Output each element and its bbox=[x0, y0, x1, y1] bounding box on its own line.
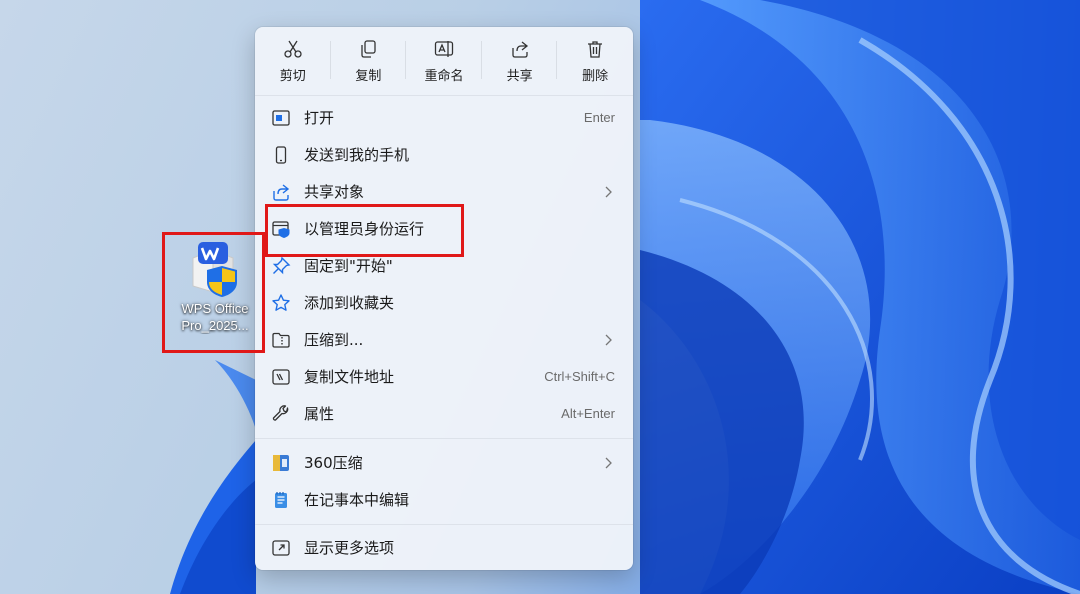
copy-path-icon bbox=[272, 369, 290, 385]
menu-item-label: 复制文件地址 bbox=[304, 368, 395, 386]
share-button[interactable]: 共享 bbox=[482, 27, 558, 95]
star-icon bbox=[272, 294, 290, 311]
scissors-icon bbox=[284, 40, 302, 58]
menu-item-pin-to-start[interactable]: 固定到"开始" bbox=[261, 248, 627, 284]
menu-item-send-to-phone[interactable]: 发送到我的手机 bbox=[261, 137, 627, 173]
menu-item-label: 共享对象 bbox=[304, 183, 365, 201]
menu-item-label: 属性 bbox=[304, 405, 335, 423]
menu-item-show-more-options[interactable]: 显示更多选项 bbox=[261, 530, 627, 566]
chevron-right-icon bbox=[605, 186, 612, 198]
context-menu: 剪切 复制 重命名 共享 删除 打开 Enter 发送到我的手机 共享对象 以管… bbox=[255, 27, 633, 570]
open-window-icon bbox=[272, 110, 290, 126]
shortcut-text: Ctrl+Shift+C bbox=[544, 369, 615, 384]
cut-button[interactable]: 剪切 bbox=[255, 27, 331, 95]
menu-item-compress-to[interactable]: 压缩到... bbox=[261, 322, 627, 358]
shortcut-text: Enter bbox=[583, 110, 615, 125]
copy-icon bbox=[361, 39, 377, 58]
share-label: 共享 bbox=[506, 68, 533, 84]
menu-item-add-to-favorites[interactable]: 添加到收藏夹 bbox=[261, 285, 627, 321]
quick-action-bar: 剪切 复制 重命名 共享 删除 bbox=[255, 27, 633, 95]
share-icon bbox=[511, 40, 528, 58]
rename-button[interactable]: 重命名 bbox=[406, 27, 482, 95]
more-options-icon bbox=[272, 540, 290, 556]
trash-icon bbox=[588, 40, 603, 58]
menu-item-properties[interactable]: 属性 Alt+Enter bbox=[261, 396, 627, 432]
rename-icon bbox=[434, 40, 454, 57]
desktop: WPS Office Pro_2025... 剪切 复制 重命名 共享 删除 打… bbox=[0, 0, 1080, 594]
menu-item-open[interactable]: 打开 Enter bbox=[261, 100, 627, 136]
delete-label: 删除 bbox=[582, 68, 609, 84]
cut-label: 剪切 bbox=[279, 68, 306, 84]
phone-icon bbox=[275, 146, 287, 164]
menu-item-360-compress[interactable]: 360压缩 bbox=[261, 445, 627, 481]
menu-item-label: 发送到我的手机 bbox=[304, 146, 410, 164]
pin-icon bbox=[272, 256, 291, 275]
rename-label: 重命名 bbox=[424, 68, 464, 84]
delete-button[interactable]: 删除 bbox=[557, 27, 633, 95]
menu-item-label: 添加到收藏夹 bbox=[304, 294, 395, 312]
wps-office-desktop-icon[interactable]: WPS Office Pro_2025... bbox=[170, 236, 260, 346]
menu-item-run-as-admin[interactable]: 以管理员身份运行 bbox=[261, 211, 627, 247]
360-archive-icon bbox=[273, 455, 289, 471]
menu-item-label: 压缩到... bbox=[304, 331, 364, 349]
copy-label: 复制 bbox=[355, 68, 382, 84]
icon-label-line2: Pro_2025... bbox=[181, 318, 249, 333]
chevron-right-icon bbox=[605, 334, 612, 346]
notepad-icon bbox=[275, 492, 287, 508]
chevron-right-icon bbox=[605, 457, 612, 469]
menu-item-share-object[interactable]: 共享对象 bbox=[261, 174, 627, 210]
shortcut-text: Alt+Enter bbox=[561, 406, 615, 421]
zip-folder-icon bbox=[272, 332, 290, 348]
menu-item-label: 显示更多选项 bbox=[304, 539, 395, 557]
icon-label-line1: WPS Office bbox=[181, 301, 249, 316]
wps-installer-icon bbox=[189, 240, 241, 298]
menu-item-label: 打开 bbox=[304, 109, 335, 127]
copy-button[interactable]: 复制 bbox=[331, 27, 407, 95]
menu-item-label: 固定到"开始" bbox=[304, 257, 393, 275]
menu-item-label: 在记事本中编辑 bbox=[304, 491, 410, 509]
share-icon bbox=[273, 184, 290, 201]
menu-item-label: 以管理员身份运行 bbox=[304, 220, 425, 238]
menu-item-label: 360压缩 bbox=[304, 454, 363, 472]
shield-icon bbox=[272, 221, 290, 238]
menu-item-copy-as-path[interactable]: 复制文件地址 Ctrl+Shift+C bbox=[261, 359, 627, 395]
wrench-icon bbox=[272, 405, 289, 421]
menu-item-edit-in-notepad[interactable]: 在记事本中编辑 bbox=[261, 482, 627, 518]
